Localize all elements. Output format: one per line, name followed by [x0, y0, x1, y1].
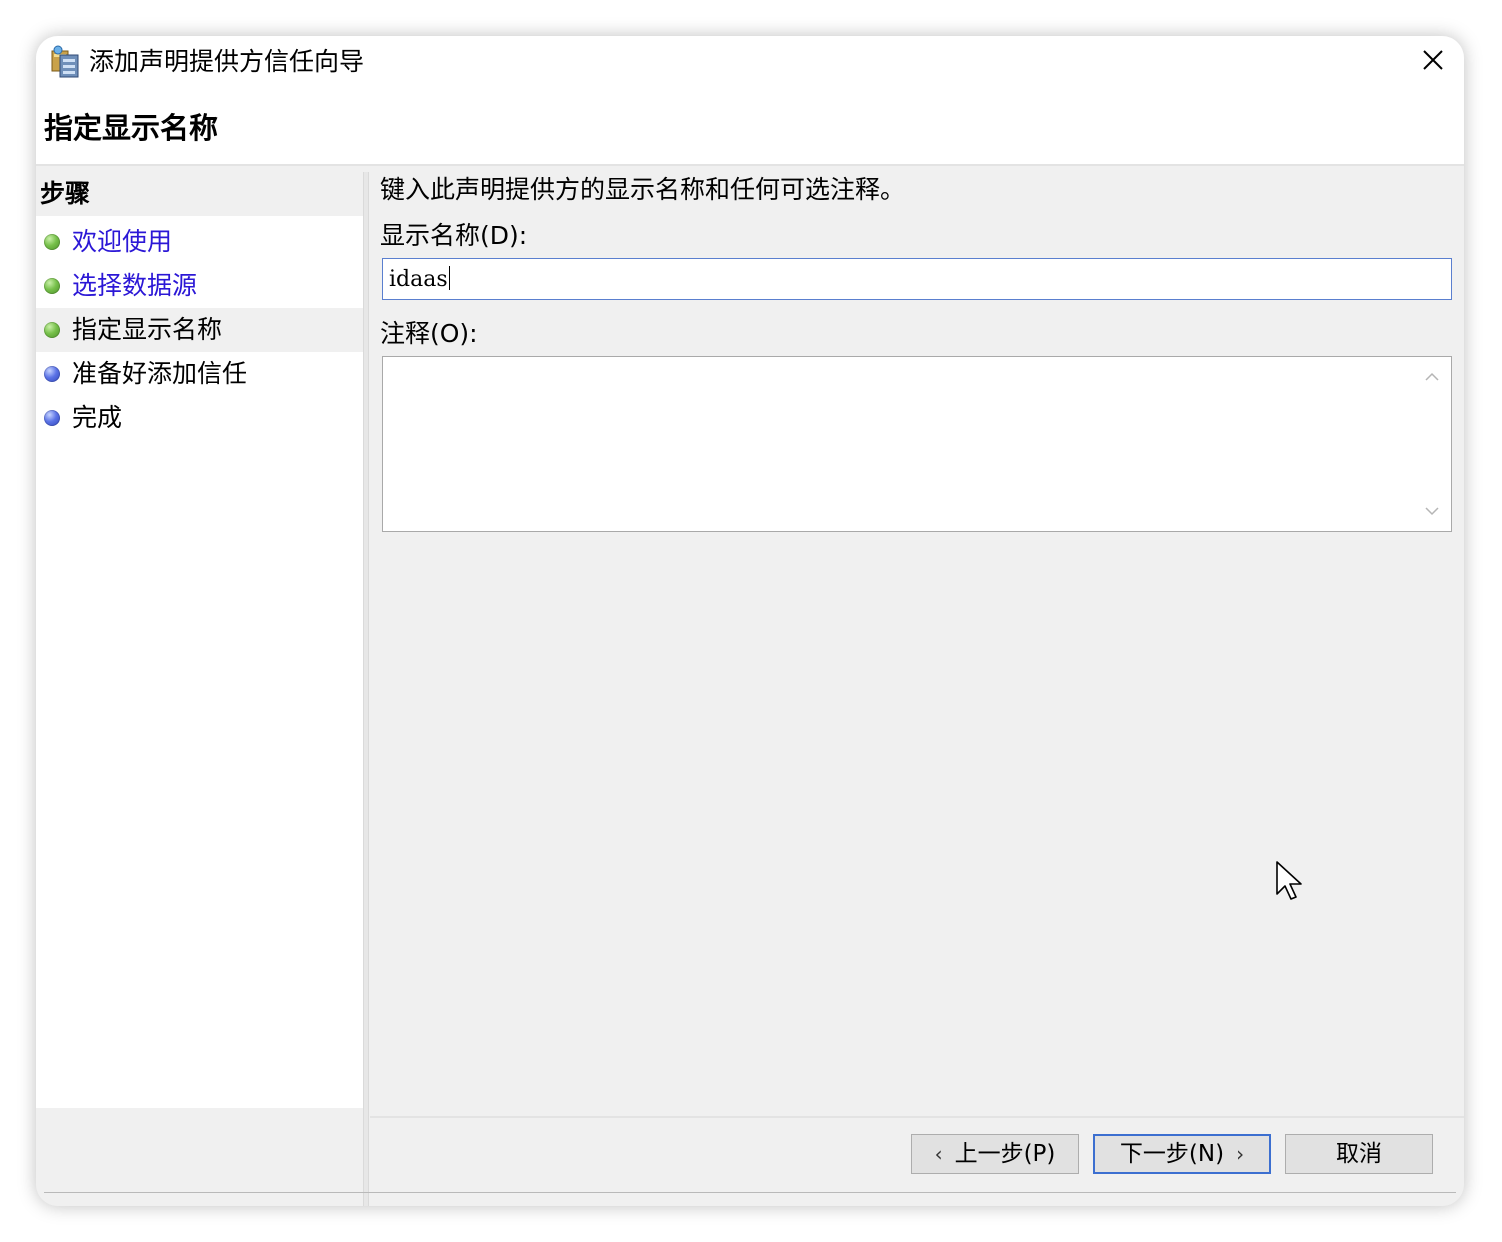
step-complete-bullet-icon: [44, 278, 60, 294]
instruction-text: 键入此声明提供方的显示名称和任何可选注释。: [380, 175, 906, 204]
step-label: 准备好添加信任: [72, 359, 248, 388]
wizard-window: 添加声明提供方信任向导 指定显示名称 步骤 欢迎使用 选择数据源 指定显示名称: [36, 36, 1464, 1206]
display-name-input[interactable]: [382, 258, 1452, 300]
step-ready-to-add-trust: 准备好添加信任: [36, 352, 363, 396]
step-specify-display-name: 指定显示名称: [36, 308, 363, 352]
chevron-left-icon: ‹: [934, 1142, 943, 1166]
notes-field[interactable]: [382, 356, 1452, 532]
step-label: 指定显示名称: [72, 315, 223, 344]
step-welcome[interactable]: 欢迎使用: [36, 220, 363, 264]
notes-label: 注释(O):: [380, 319, 478, 348]
next-button-label: 下一步(N): [1119, 1141, 1225, 1167]
scroll-down-button[interactable]: [1422, 501, 1442, 521]
step-label: 完成: [72, 403, 123, 432]
cancel-button-label: 取消: [1336, 1141, 1382, 1167]
step-finish: 完成: [36, 396, 363, 440]
mouse-pointer-icon: [1275, 860, 1303, 902]
close-icon[interactable]: [1422, 49, 1444, 75]
content-panel: 键入此声明提供方的显示名称和任何可选注释。 显示名称(D): 注释(O):: [370, 172, 1464, 1116]
step-pending-bullet-icon: [44, 410, 60, 426]
panel-splitter: [363, 172, 369, 1206]
title-bar: 添加声明提供方信任向导: [36, 36, 1464, 88]
bottom-edge-line: [44, 1192, 1456, 1193]
step-pending-bullet-icon: [44, 366, 60, 382]
steps-title: 步骤: [40, 179, 91, 208]
page-title: 指定显示名称: [44, 111, 219, 145]
chevron-up-icon: [1425, 372, 1439, 381]
close-button[interactable]: [1412, 42, 1454, 82]
display-name-label: 显示名称(D):: [380, 221, 528, 250]
chevron-right-icon: ›: [1236, 1142, 1245, 1166]
steps-panel: 步骤 欢迎使用 选择数据源 指定显示名称 准备好添加信任 完成: [36, 172, 363, 1108]
chevron-down-icon: [1425, 507, 1439, 516]
back-button-label: 上一步(P): [954, 1141, 1056, 1167]
step-select-data-source[interactable]: 选择数据源: [36, 264, 363, 308]
steps-header: 步骤: [36, 172, 363, 216]
cancel-button[interactable]: 取消: [1285, 1134, 1433, 1174]
page-header: 指定显示名称: [36, 88, 1464, 166]
step-label[interactable]: 选择数据源: [72, 269, 197, 303]
next-button[interactable]: 下一步(N) ›: [1093, 1134, 1271, 1174]
step-complete-bullet-icon: [44, 234, 60, 250]
notes-textarea[interactable]: [383, 357, 1413, 531]
step-current-bullet-icon: [44, 322, 60, 338]
server-wizard-icon: [50, 45, 84, 79]
window-title: 添加声明提供方信任向导: [89, 47, 365, 76]
scroll-up-button[interactable]: [1422, 367, 1442, 387]
back-button[interactable]: ‹ 上一步(P): [911, 1134, 1079, 1174]
step-label[interactable]: 欢迎使用: [72, 225, 172, 259]
text-caret: [449, 266, 450, 290]
notes-scrollbar[interactable]: [1415, 359, 1449, 529]
